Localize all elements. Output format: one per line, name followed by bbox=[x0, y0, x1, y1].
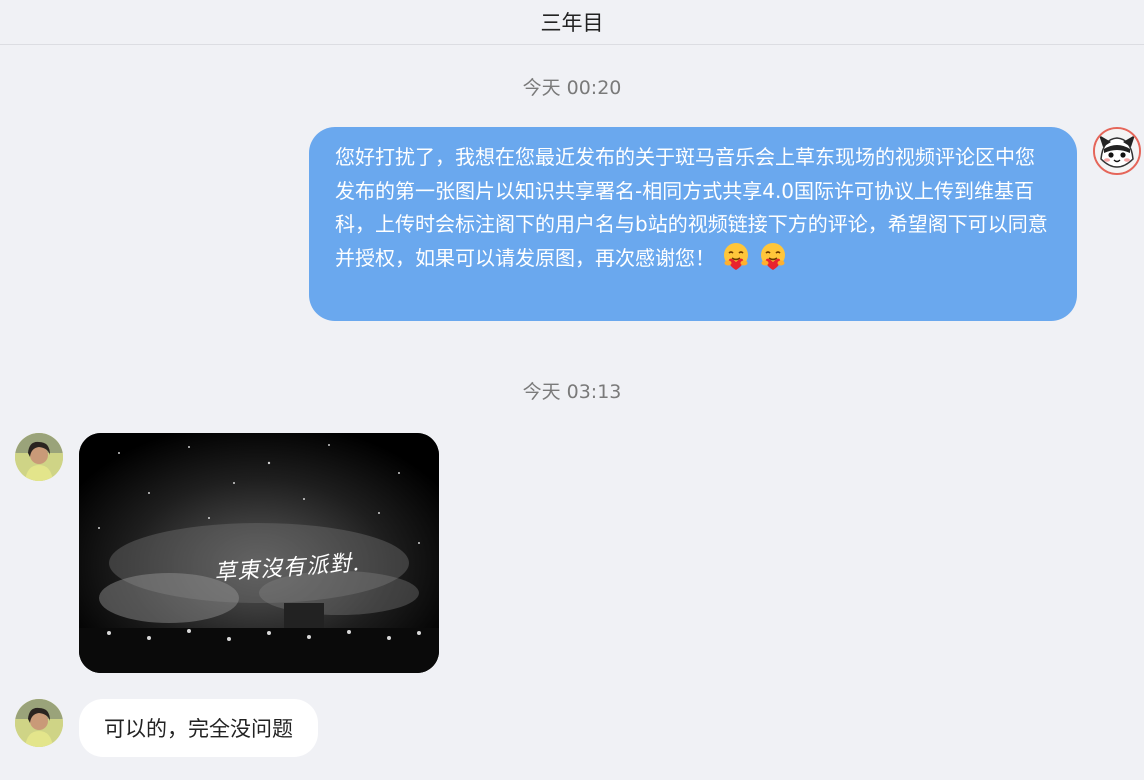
cartoon-avatar-icon bbox=[1095, 129, 1139, 173]
hug-heart-emoji-icon bbox=[724, 242, 749, 270]
message-text: 您好打扰了，我想在您最近发布的关于斑马音乐会上草东现场的视频评论区中您发布的第一… bbox=[335, 145, 1048, 270]
chat-header: 三年目 bbox=[0, 0, 1144, 45]
image-message[interactable]: 草東沒有派對. bbox=[79, 433, 439, 673]
person-photo-icon bbox=[15, 433, 63, 481]
contact-avatar[interactable] bbox=[15, 433, 63, 481]
my-message-bubble[interactable]: 您好打扰了，我想在您最近发布的关于斑马音乐会上草东现场的视频评论区中您发布的第一… bbox=[309, 127, 1077, 321]
person-photo-icon bbox=[15, 699, 63, 747]
contact-avatar[interactable] bbox=[15, 699, 63, 747]
chat-title: 三年目 bbox=[540, 11, 604, 35]
hug-heart-emoji-icon bbox=[760, 242, 785, 270]
message-text: 可以的，完全没问题 bbox=[104, 717, 293, 741]
contact-message-bubble[interactable]: 可以的，完全没问题 bbox=[79, 699, 318, 757]
timestamp: 今天 03:13 bbox=[522, 381, 622, 403]
my-avatar[interactable] bbox=[1093, 127, 1141, 175]
timestamp: 今天 00:20 bbox=[522, 77, 622, 99]
